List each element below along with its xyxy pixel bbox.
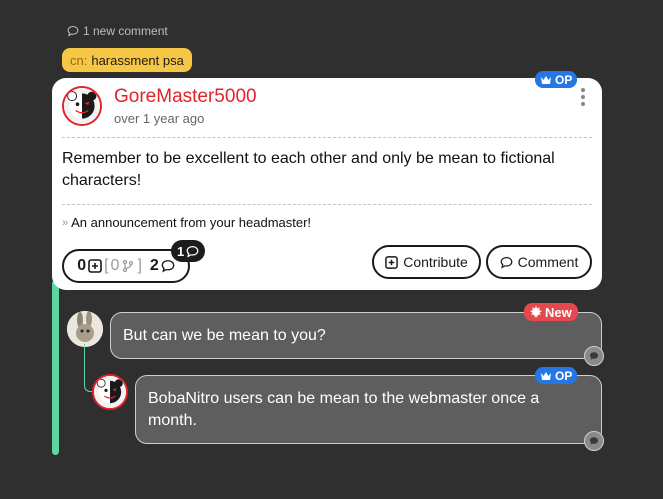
- post-card: GoreMaster5000 over 1 year ago Remember …: [52, 78, 602, 290]
- star-burst-icon: [530, 306, 542, 318]
- contributions-count: 0: [77, 257, 87, 274]
- comment-label: Comment: [517, 254, 579, 270]
- thread-rail: [52, 282, 59, 455]
- op-badge: OP: [535, 367, 578, 384]
- speech-bubble-icon: [67, 25, 79, 37]
- header-divider: [62, 137, 592, 138]
- reply-avatar[interactable]: [92, 374, 128, 410]
- rabbit-avatar-image: [67, 311, 103, 347]
- new-badge-label: New: [545, 304, 572, 320]
- reply-button[interactable]: [584, 431, 604, 451]
- new-comments-indicator[interactable]: 1 new comment: [67, 24, 168, 38]
- contribute-button[interactable]: Contribute: [372, 245, 481, 279]
- comment-button[interactable]: Comment: [486, 245, 592, 279]
- crown-icon: [541, 75, 551, 84]
- author-avatar[interactable]: [62, 86, 102, 126]
- body-divider: [62, 204, 592, 205]
- new-badge: New: [524, 303, 578, 321]
- thread-count: 1: [177, 243, 185, 259]
- post-timestamp: over 1 year ago: [114, 111, 205, 126]
- post-footer-text: » An announcement from your headmaster!: [62, 215, 311, 230]
- threads-count: 0: [110, 257, 120, 274]
- options-menu-icon[interactable]: [579, 88, 587, 106]
- plus-square-icon: [88, 259, 102, 273]
- speech-bubble-icon: [186, 245, 199, 258]
- new-comments-label: 1 new comment: [83, 24, 168, 38]
- comment-bubble-icon: [589, 352, 599, 360]
- post-footer-label: An announcement from your headmaster!: [71, 215, 312, 230]
- bear-avatar-image: [64, 88, 100, 124]
- reply-button[interactable]: [584, 346, 604, 366]
- threads-bracket-open: [: [104, 257, 109, 274]
- contribute-label: Contribute: [403, 254, 468, 270]
- chevron-right-icon: »: [62, 216, 69, 229]
- reply-bubble[interactable]: BobaNitro users can be mean to the webma…: [135, 375, 602, 444]
- branch-icon: [123, 259, 134, 273]
- bear-avatar-image: [94, 376, 126, 408]
- crown-icon: [541, 371, 551, 380]
- content-notice-tag[interactable]: cn: harassment psa: [62, 48, 192, 72]
- reply-text: But can we be mean to you?: [123, 327, 326, 344]
- comment-bubble-icon: [161, 260, 175, 273]
- threads-bracket-close: ]: [137, 257, 142, 274]
- thread-count-badge[interactable]: 1: [171, 240, 206, 262]
- post-body: Remember to be excellent to each other a…: [62, 150, 555, 189]
- plus-square-icon: [385, 255, 399, 269]
- comments-count: 2: [149, 257, 159, 274]
- author-name[interactable]: GoreMaster5000: [114, 86, 257, 108]
- content-notice-prefix: cn:: [70, 52, 88, 68]
- op-badge: OP: [535, 71, 578, 88]
- reply-avatar[interactable]: [67, 311, 103, 347]
- content-notice-label: harassment psa: [91, 52, 184, 68]
- comment-bubble-icon: [589, 437, 599, 445]
- reply-text: BobaNitro users can be mean to the webma…: [148, 390, 540, 429]
- op-badge-label: OP: [555, 368, 573, 383]
- op-badge-label: OP: [555, 72, 573, 87]
- comment-bubble-icon: [500, 256, 513, 269]
